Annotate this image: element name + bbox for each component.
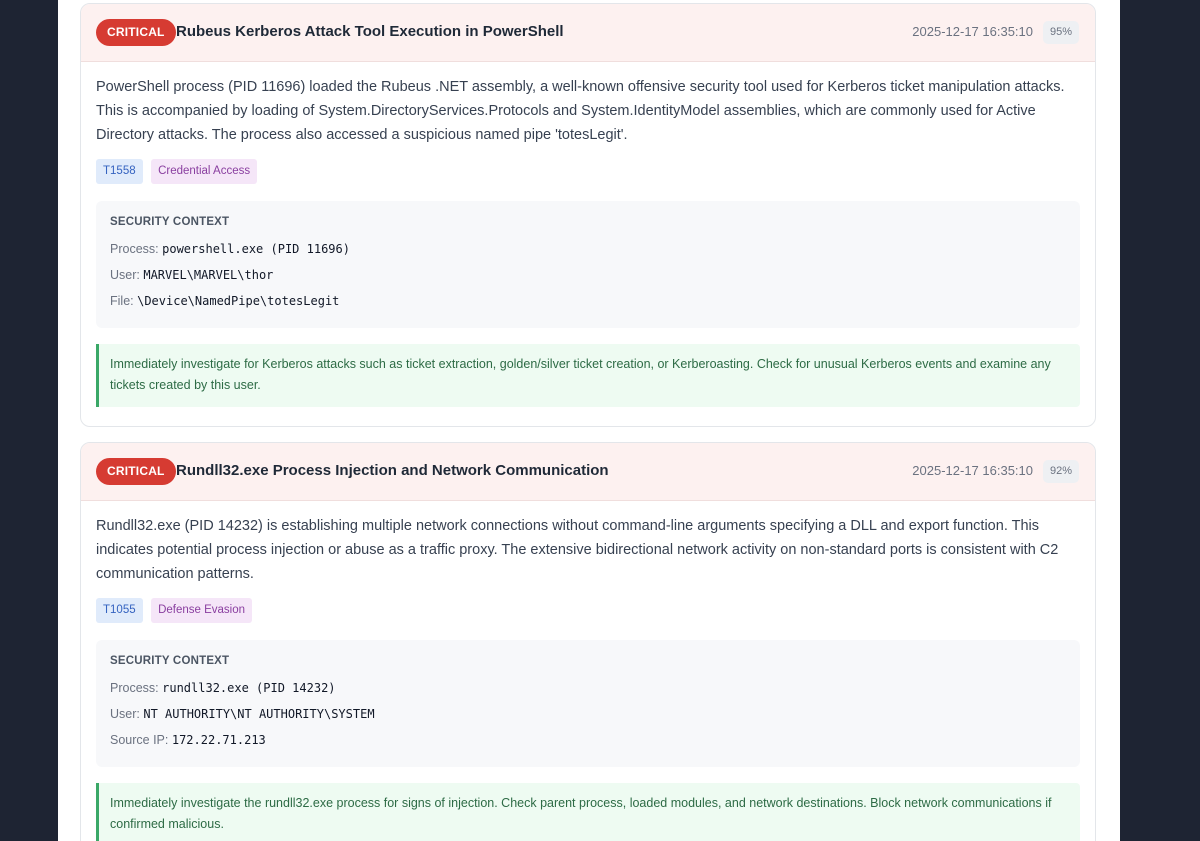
alert-title: Rubeus Kerberos Attack Tool Execution in… xyxy=(176,23,564,40)
context-value: rundll32.exe (PID 14232) xyxy=(162,681,336,695)
security-context: SECURITY CONTEXT Process: rundll32.exe (… xyxy=(96,640,1080,767)
context-value: powershell.exe (PID 11696) xyxy=(162,242,350,256)
context-label: Process: xyxy=(110,242,159,256)
alert-description: PowerShell process (PID 11696) loaded th… xyxy=(96,79,1065,143)
alert-description: Rundll32.exe (PID 14232) is establishing… xyxy=(96,518,1059,582)
context-source-ip: Source IP: 172.22.71.213 xyxy=(110,727,1066,753)
severity-badge: CRITICAL xyxy=(96,19,176,46)
alert-card[interactable]: CRITICAL Rundll32.exe Process Injection … xyxy=(80,442,1096,841)
context-process: Process: rundll32.exe (PID 14232) xyxy=(110,675,1066,701)
context-user: User: NT AUTHORITY\NT AUTHORITY\SYSTEM xyxy=(110,701,1066,727)
severity-badge: CRITICAL xyxy=(96,458,176,485)
context-label: File: xyxy=(110,294,134,308)
context-label: User: xyxy=(110,707,140,721)
alert-header[interactable]: CRITICAL Rundll32.exe Process Injection … xyxy=(81,443,1095,501)
alert-card[interactable]: CRITICAL Rubeus Kerberos Attack Tool Exe… xyxy=(80,3,1096,427)
context-value: \Device\NamedPipe\totesLegit xyxy=(137,294,340,308)
context-user: User: MARVEL\MARVEL\thor xyxy=(110,262,1066,288)
alert-timestamp: 2025-12-17 16:35:10 xyxy=(912,24,1033,39)
recommendation: Immediately investigate the rundll32.exe… xyxy=(96,783,1080,841)
alert-body: Rundll32.exe (PID 14232) is establishing… xyxy=(81,501,1095,841)
security-context: SECURITY CONTEXT Process: powershell.exe… xyxy=(96,201,1080,328)
security-context-heading: SECURITY CONTEXT xyxy=(110,655,230,667)
context-label: User: xyxy=(110,268,140,282)
mitre-technique-tag[interactable]: T1055 xyxy=(96,598,143,623)
mitre-tactic-tag[interactable]: Defense Evasion xyxy=(151,598,253,623)
mitre-technique-tag[interactable]: T1558 xyxy=(96,159,143,184)
alert-body: PowerShell process (PID 11696) loaded th… xyxy=(81,62,1095,407)
alert-tags: T1558 Credential Access xyxy=(96,159,1080,184)
context-label: Source IP: xyxy=(110,733,169,747)
recommendation: Immediately investigate for Kerberos att… xyxy=(96,344,1080,407)
context-value: MARVEL\MARVEL\thor xyxy=(143,268,274,282)
alert-tags: T1055 Defense Evasion xyxy=(96,598,1080,623)
security-context-heading: SECURITY CONTEXT xyxy=(110,216,230,228)
confidence-badge: 92% xyxy=(1042,460,1079,483)
context-value: NT AUTHORITY\NT AUTHORITY\SYSTEM xyxy=(143,707,375,721)
alert-timestamp: 2025-12-17 16:35:10 xyxy=(912,463,1033,478)
alert-title: Rundll32.exe Process Injection and Netwo… xyxy=(176,462,609,479)
alert-header[interactable]: CRITICAL Rubeus Kerberos Attack Tool Exe… xyxy=(81,4,1095,62)
context-value: 172.22.71.213 xyxy=(171,733,266,747)
confidence-badge: 95% xyxy=(1042,21,1079,44)
context-file: File: \Device\NamedPipe\totesLegit xyxy=(110,288,1066,314)
context-label: Process: xyxy=(110,681,159,695)
mitre-tactic-tag[interactable]: Credential Access xyxy=(151,159,258,184)
alerts-panel: CRITICAL Rubeus Kerberos Attack Tool Exe… xyxy=(58,0,1120,841)
context-process: Process: powershell.exe (PID 11696) xyxy=(110,236,1066,262)
